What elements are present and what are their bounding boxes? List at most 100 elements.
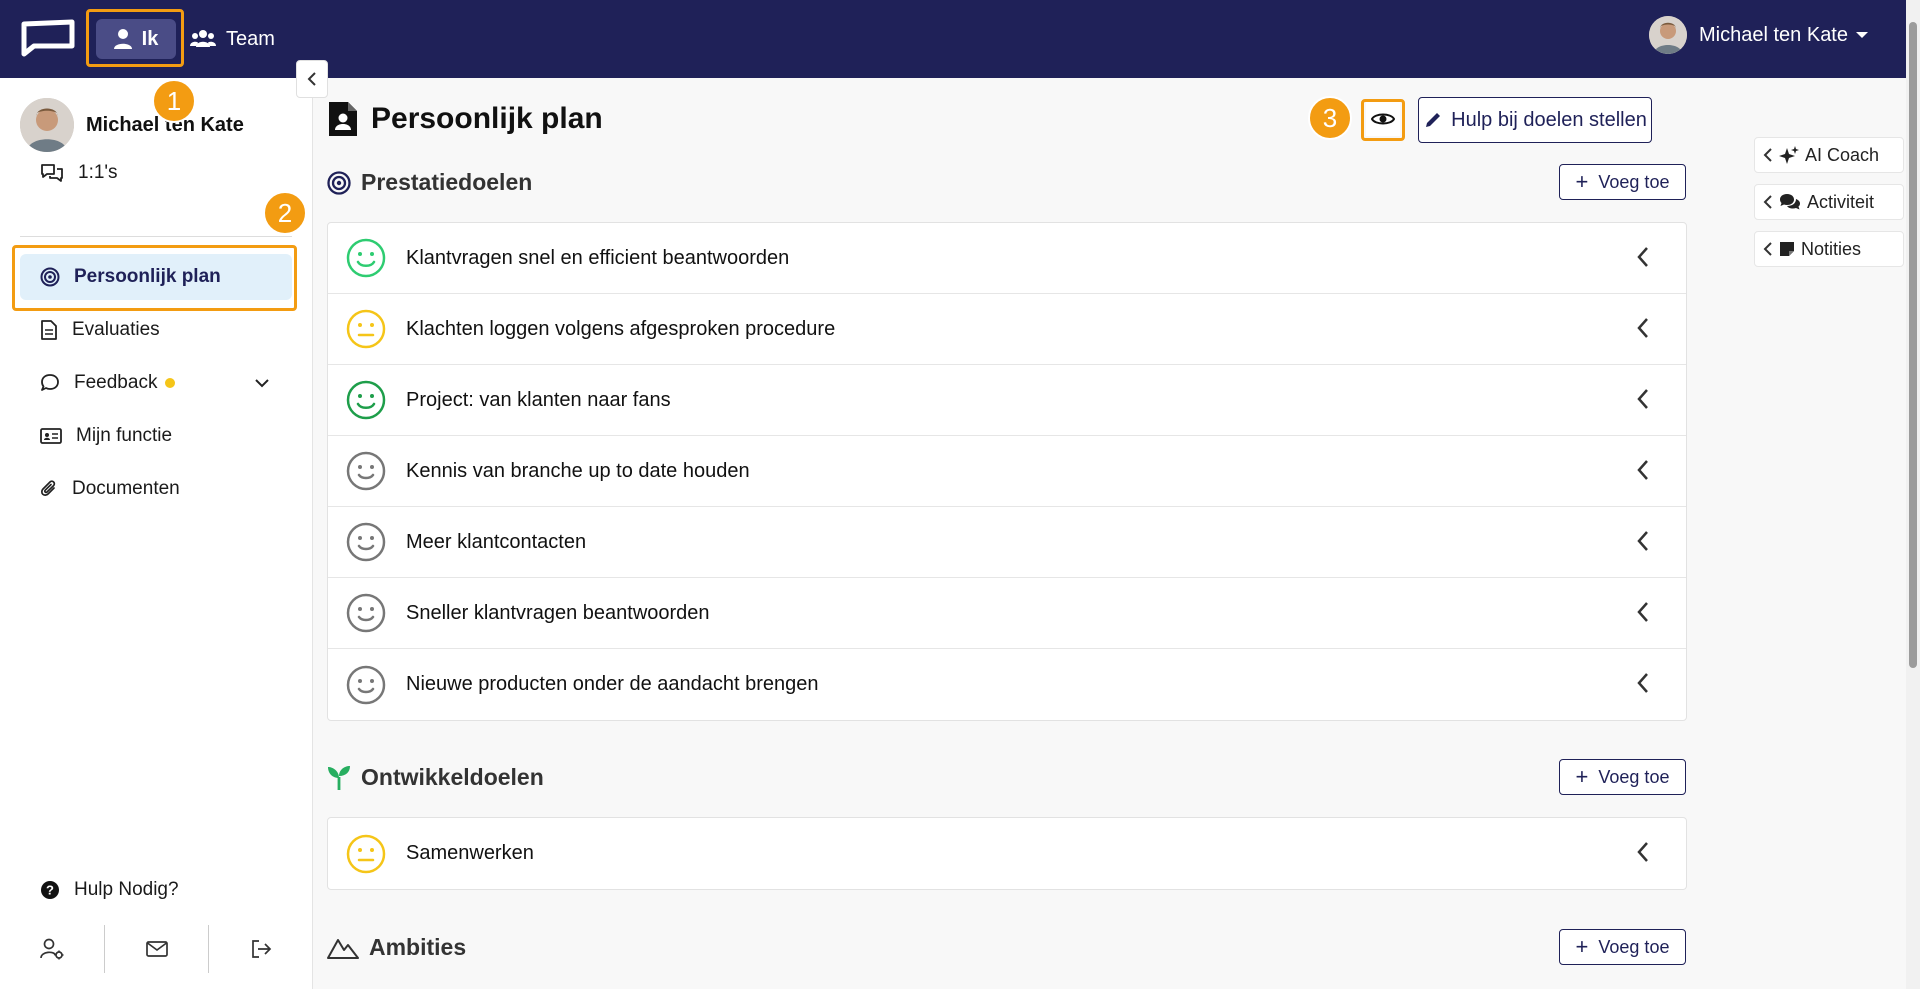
chevron-left-icon[interactable] <box>1636 245 1650 269</box>
scrollbar-thumb[interactable] <box>1909 22 1917 668</box>
goal-row[interactable]: Klachten loggen volgens afgesproken proc… <box>328 294 1686 365</box>
goal-row[interactable]: Samenwerken <box>328 818 1686 889</box>
section-ambities-title: Ambities <box>327 934 466 961</box>
add-label: Voeg toe <box>1598 171 1670 192</box>
envelope-icon <box>145 941 168 957</box>
eye-icon <box>1371 113 1395 125</box>
add-label: Voeg toe <box>1598 766 1670 787</box>
user-settings-icon <box>39 938 64 960</box>
sidebar-item-persoonlijk-plan[interactable]: Persoonlijk plan <box>20 254 292 300</box>
page-title: Persoonlijk plan <box>327 100 603 138</box>
add-ambitie-button[interactable]: + Voeg toe <box>1559 929 1686 965</box>
sidebar-item-evaluaties[interactable]: Evaluaties <box>20 307 292 353</box>
add-ontwikkeldoel-button[interactable]: + Voeg toe <box>1559 759 1686 795</box>
collapse-sidebar-button[interactable] <box>296 60 328 98</box>
nav-ik-button[interactable]: Ik <box>96 19 176 59</box>
prestatiedoelen-list: Klantvragen snel en efficient beantwoord… <box>327 222 1687 721</box>
tab-notities[interactable]: Notities <box>1754 231 1904 267</box>
document-icon <box>41 320 57 340</box>
sidebar-profile[interactable]: Michael ten Kate <box>20 98 244 152</box>
target-icon <box>40 267 60 287</box>
nav-team-button[interactable]: Team <box>190 19 275 59</box>
sidebar-item-label: Documenten <box>72 478 180 499</box>
add-label: Voeg toe <box>1598 936 1670 957</box>
chevron-left-icon[interactable] <box>1636 387 1650 411</box>
goal-title: Samenwerken <box>406 842 534 864</box>
chevron-left-icon[interactable] <box>1636 671 1650 695</box>
sidebar-item-label: Evaluaties <box>72 319 160 340</box>
logo-icon[interactable] <box>18 18 78 58</box>
smile-face-icon <box>346 593 386 633</box>
tab-activiteit[interactable]: Activiteit <box>1754 184 1904 220</box>
sidebar-item-mijn-functie[interactable]: Mijn functie <box>20 413 292 459</box>
sidebar-item-label: Persoonlijk plan <box>74 266 221 287</box>
chevron-left-icon[interactable] <box>1636 529 1650 553</box>
question-circle-icon: ? <box>41 881 59 899</box>
goal-row[interactable]: Meer klantcontacten <box>328 507 1686 578</box>
goal-row[interactable]: Nieuwe producten onder de aandacht breng… <box>328 649 1686 720</box>
team-icon <box>190 30 216 47</box>
goal-row[interactable]: Klantvragen snel en efficient beantwoord… <box>328 223 1686 294</box>
help-goals-button[interactable]: Hulp bij doelen stellen <box>1418 97 1652 143</box>
paperclip-icon <box>41 480 56 496</box>
sprout-icon <box>328 765 350 790</box>
page-scrollbar[interactable] <box>1906 0 1920 989</box>
plus-icon: + <box>1575 169 1589 194</box>
user-menu[interactable]: Michael ten Kate <box>1649 16 1868 54</box>
sidebar-divider <box>20 236 292 237</box>
goal-row[interactable]: Sneller klantvragen beantwoorden <box>328 578 1686 649</box>
help-link[interactable]: ? Hulp Nodig? <box>20 867 292 913</box>
happy-face-icon <box>346 380 386 420</box>
smile-face-icon <box>346 665 386 704</box>
tab-label: Activiteit <box>1807 191 1875 212</box>
logout-button[interactable] <box>208 925 313 973</box>
sidebar-item-feedback[interactable]: Feedback <box>20 360 292 406</box>
nav-team-label: Team <box>226 27 275 50</box>
main-content: Persoonlijk plan Hulp bij doelen stellen… <box>313 78 1920 989</box>
goal-title: Klantvragen snel en efficient beantwoord… <box>406 246 790 269</box>
chevron-down-icon[interactable] <box>254 378 270 388</box>
id-card-icon <box>40 428 62 444</box>
goal-title: Meer klantcontacten <box>406 530 587 553</box>
comments-icon <box>1780 194 1800 210</box>
sparkles-icon <box>1779 146 1799 164</box>
chevron-left-icon[interactable] <box>1636 840 1650 864</box>
goal-row[interactable]: Project: van klanten naar fans <box>328 365 1686 436</box>
add-prestatiedoel-button[interactable]: + Voeg toe <box>1559 164 1686 200</box>
sidebar-item-documenten[interactable]: Documenten <box>20 466 292 512</box>
logout-icon <box>252 940 272 958</box>
goal-title: Sneller klantvragen beantwoorden <box>406 601 710 624</box>
goal-row[interactable]: Kennis van branche up to date houden <box>328 436 1686 507</box>
tab-label: Notities <box>1801 238 1862 259</box>
tab-ai-coach[interactable]: AI Coach <box>1754 137 1904 173</box>
section-title: Prestatiedoelen <box>361 169 533 195</box>
section-ontwikkeldoelen-title: Ontwikkeldoelen <box>327 764 544 791</box>
mountain-icon <box>327 938 359 959</box>
sidebar-item-label: 1:1's <box>78 162 118 183</box>
chevron-left-icon <box>307 72 316 86</box>
messages-button[interactable] <box>103 925 209 973</box>
sidebar-item-one-on-ones[interactable]: 1:1's <box>20 150 292 196</box>
user-name: Michael ten Kate <box>1699 23 1848 46</box>
chevron-left-icon[interactable] <box>1636 458 1650 482</box>
target-icon <box>327 170 351 195</box>
sidebar-item-label: Feedback <box>74 372 158 393</box>
ontwikkeldoelen-list: Samenwerken <box>327 817 1687 890</box>
chat-bubbles-icon <box>41 164 63 182</box>
plus-icon: + <box>1575 764 1589 789</box>
chevron-left-icon <box>1763 148 1772 162</box>
smile-face-icon <box>346 522 386 562</box>
chevron-left-icon[interactable] <box>1636 600 1650 624</box>
sidebar-item-label: Mijn functie <box>76 425 173 446</box>
pencil-icon <box>1426 113 1441 127</box>
step-marker-1: 1 <box>152 79 196 123</box>
chevron-left-icon[interactable] <box>1636 316 1650 340</box>
user-icon <box>113 29 132 49</box>
section-title: Ambities <box>369 934 467 960</box>
visibility-toggle-button[interactable] <box>1366 102 1400 136</box>
help-goals-label: Hulp bij doelen stellen <box>1451 108 1647 131</box>
user-settings-button[interactable] <box>0 925 104 973</box>
avatar <box>1649 16 1688 54</box>
top-navigation: Ik Team Michael ten Kate <box>0 0 1920 78</box>
section-title: Ontwikkeldoelen <box>361 764 544 790</box>
